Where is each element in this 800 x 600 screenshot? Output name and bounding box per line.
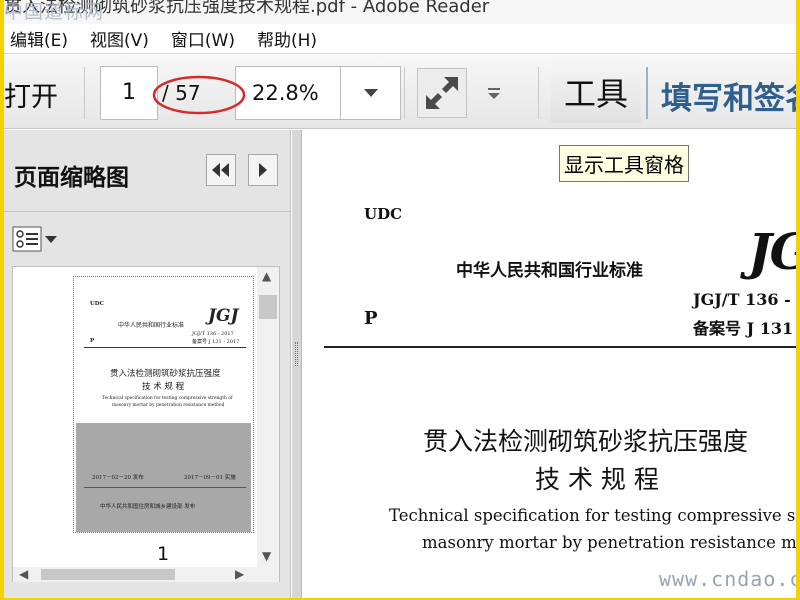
scroll-left-icon[interactable]: ◀ xyxy=(19,567,28,581)
title-bar: 贯入法检测砌筑砂浆抗压强度技术规程.pdf - Adobe Reader 中国道… xyxy=(4,0,796,24)
more-tools-button[interactable] xyxy=(483,80,505,104)
thumb-title-en-2: masonry mortar by penetration resistance… xyxy=(112,403,225,408)
toolbar-separator xyxy=(404,67,405,119)
thumb-issue-date: 2017－02－20 发布 xyxy=(92,475,144,481)
double-left-icon xyxy=(212,163,229,177)
chevron-more-icon xyxy=(488,88,500,99)
pane-splitter[interactable] xyxy=(292,130,302,598)
pane-divider xyxy=(4,211,291,212)
doc-p: P xyxy=(364,308,378,329)
open-button[interactable]: 打开 xyxy=(4,75,58,114)
thumb-title-cn-2: 技 术 规 程 xyxy=(142,382,185,392)
document-view[interactable]: 显示工具窗格 UDC 中华人民共和国行业标准 JGJ P JGJ/T 136 -… xyxy=(302,130,796,598)
expand-arrows-icon xyxy=(426,77,458,109)
menu-help[interactable]: 帮助(H) xyxy=(257,26,317,51)
thumbnail-lower: 2017－02－20 发布 2017－09－01 实施 中华人民共和国住房和城乡… xyxy=(76,423,251,532)
pane-title: 页面缩略图 xyxy=(14,165,129,191)
toolbar-separator xyxy=(84,67,85,119)
page-number-input[interactable]: 1 xyxy=(100,66,158,120)
watermark-bottom: www.cndao.com xyxy=(659,567,796,591)
thumb-org: 中华人民共和国行业标准 xyxy=(118,322,185,329)
pane-collapse-button[interactable] xyxy=(206,154,236,186)
horizontal-scroll-thumb[interactable] xyxy=(41,569,175,580)
scroll-right-icon[interactable]: ▶ xyxy=(235,567,244,581)
doc-org: 中华人民共和国行业标准 xyxy=(456,261,643,281)
page-total: / 57 xyxy=(162,81,201,105)
thumb-rule xyxy=(84,347,246,348)
doc-title-cn-1: 贯入法检测砌筑砂浆抗压强度 xyxy=(423,427,749,456)
thumb-code: JGJ/T 136 - 2017 xyxy=(192,331,234,337)
thumbnail-page-label: 1 xyxy=(157,543,170,565)
fill-sign-button[interactable]: 填写和签名 xyxy=(661,73,796,118)
thumb-p: P xyxy=(90,338,95,344)
right-arrow-icon xyxy=(259,163,267,177)
thumbnail-list: UDC 中华人民共和国行业标准 JGJ P JGJ/T 136 - 2017 备… xyxy=(12,266,280,582)
toolbar-separator xyxy=(646,67,648,119)
thumb-rule-lower xyxy=(84,487,246,488)
doc-rule xyxy=(324,346,796,348)
menu-view[interactable]: 视图(V) xyxy=(90,26,149,51)
thumb-logo: JGJ xyxy=(208,306,239,326)
menu-edit[interactable]: 编辑(E) xyxy=(10,26,68,51)
list-options-icon xyxy=(12,226,57,252)
page-thumbnail[interactable]: UDC 中华人民共和国行业标准 JGJ P JGJ/T 136 - 2017 备… xyxy=(73,276,254,533)
zoom-value[interactable]: 22.8% xyxy=(252,81,319,105)
thumb-publisher: 中华人民共和国住房和城乡建设部 发布 xyxy=(100,504,196,510)
scroll-down-icon[interactable]: ▼ xyxy=(262,549,271,563)
thumb-udc: UDC xyxy=(90,301,104,307)
doc-title-en-1: Technical specification for testing comp… xyxy=(389,506,796,525)
thumb-record: 备案号 J 131 - 2017 xyxy=(192,339,240,345)
menu-window[interactable]: 窗口(W) xyxy=(171,26,235,51)
pane-next-button[interactable] xyxy=(248,154,278,186)
watermark-top: 中国道标网 xyxy=(4,1,105,23)
zoom-combobox[interactable]: 22.8% xyxy=(235,66,401,120)
tooltip: 显示工具窗格 xyxy=(559,145,689,182)
thumbnail-options-button[interactable] xyxy=(12,226,64,252)
scroll-up-icon[interactable]: ▲ xyxy=(262,269,271,283)
thumb-impl-date: 2017－09－01 实施 xyxy=(184,475,236,481)
doc-title-en-2: masonry mortar by penetration resistance… xyxy=(422,533,796,552)
splitter-grip-icon[interactable] xyxy=(295,342,298,366)
vertical-scroll-thumb[interactable] xyxy=(259,295,277,319)
doc-record: 备案号 J 131 - 2017 xyxy=(693,319,796,338)
vertical-scrollbar[interactable]: ▲ ▼ xyxy=(257,267,279,567)
app-window: 贯入法检测砌筑砂浆抗压强度技术规程.pdf - Adobe Reader 中国道… xyxy=(4,0,796,598)
thumb-title-cn-1: 贯入法检测砌筑砂浆抗压强度 xyxy=(110,369,221,379)
fit-page-button[interactable] xyxy=(417,68,467,118)
triangle-down-icon xyxy=(363,89,378,97)
thumbnails-pane: 页面缩略图 UDC 中华人民共和国行业标准 JGJ P JGJ/T 136 - … xyxy=(4,130,291,598)
horizontal-scrollbar[interactable]: ◀ ▶ xyxy=(13,567,279,582)
doc-udc: UDC xyxy=(364,205,403,223)
doc-logo: JGJ xyxy=(748,222,796,281)
doc-title-cn-2: 技 术 规 程 xyxy=(535,465,659,494)
menu-bar: 编辑(E) 视图(V) 窗口(W) 帮助(H) xyxy=(4,24,796,54)
zoom-dropdown-button[interactable] xyxy=(340,67,400,119)
tools-button[interactable]: 工具 xyxy=(551,61,641,123)
thumb-title-en-1: Technical specification for testing comp… xyxy=(102,396,233,401)
doc-code: JGJ/T 136 - 2017 xyxy=(693,290,796,309)
thumbnail-upper: UDC 中华人民共和国行业标准 JGJ P JGJ/T 136 - 2017 备… xyxy=(76,279,251,419)
toolbar: 打开 1 / 57 22.8% 工具 填写和签 xyxy=(4,55,796,129)
toolbar-separator xyxy=(538,67,539,119)
